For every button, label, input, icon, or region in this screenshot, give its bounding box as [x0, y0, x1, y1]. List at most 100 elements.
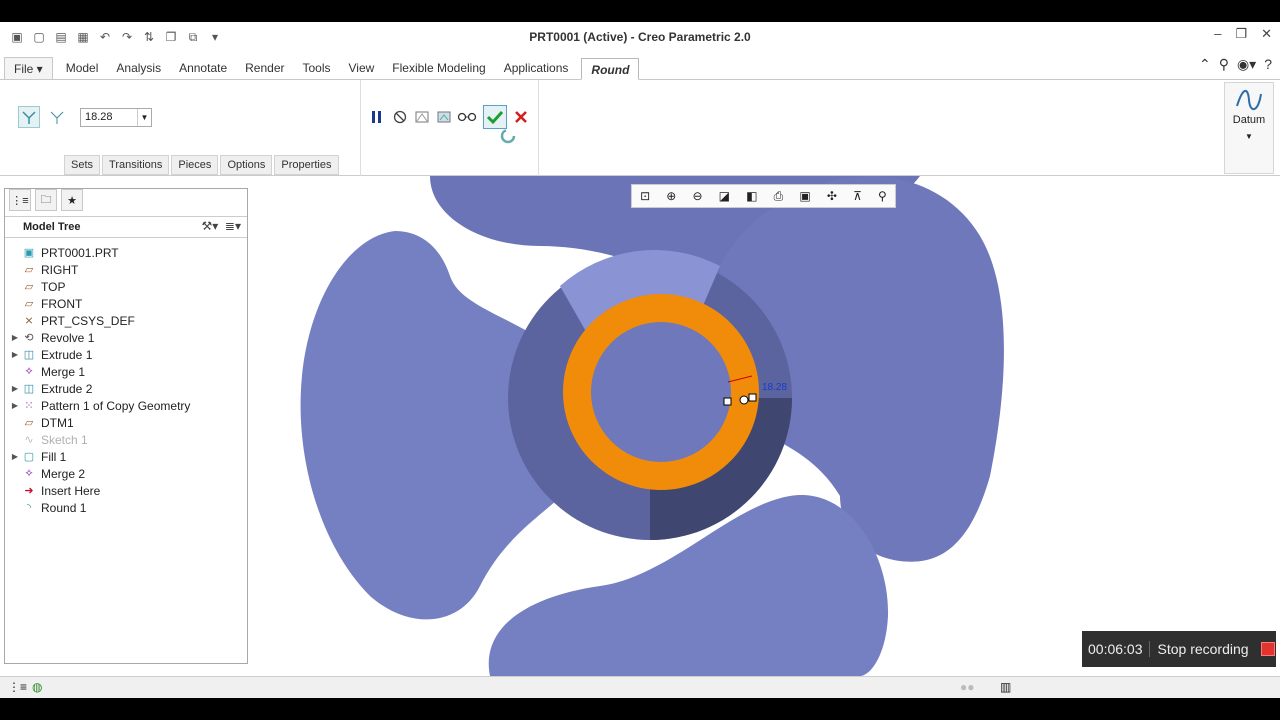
cancel-button[interactable] — [510, 106, 532, 128]
tab-model[interactable]: Model — [57, 57, 108, 79]
tree-node-label: TOP — [41, 279, 66, 294]
window-title: PRT0001 (Active) - Creo Parametric 2.0 — [529, 30, 751, 44]
tree-filters-icon[interactable]: ≣▾ — [222, 219, 241, 233]
set-mode-icon[interactable] — [18, 106, 40, 128]
expand-arrow-icon[interactable]: ▶ — [9, 452, 21, 461]
browser-toggle-icon[interactable]: ◍ — [32, 680, 42, 694]
expand-arrow-icon[interactable]: ▶ — [9, 350, 21, 359]
datum-dropdown-icon[interactable]: ▼ — [1225, 132, 1273, 141]
accept-button[interactable] — [483, 105, 507, 129]
help-icon[interactable]: ? — [1264, 56, 1272, 73]
annotation-display-icon[interactable]: ⊼ — [853, 189, 862, 203]
tree-node[interactable]: ◝ Round 1 — [9, 499, 245, 516]
tree-node[interactable]: ▶ ◫ Extrude 2 — [9, 380, 245, 397]
close-icon[interactable]: ✕ — [1261, 26, 1272, 42]
tab-analysis[interactable]: Analysis — [107, 57, 170, 79]
zoom-out-icon[interactable]: ⊖ — [692, 189, 702, 203]
datum-group-button[interactable]: Datum ▼ — [1224, 82, 1274, 174]
round-inner — [591, 322, 731, 462]
creo-window: ▣ ▢ ▤ ▦ ↶ ↷ ⇅ ❐ ⧉ ▾ PRT0001 (Active) - C… — [0, 22, 1280, 698]
tree-settings-icon[interactable]: ⚒▾ — [201, 219, 218, 233]
tree-node-label: RIGHT — [41, 262, 79, 277]
tree-node[interactable]: ∿ Sketch 1 — [9, 431, 245, 448]
tree-node[interactable]: ➜ Insert Here — [9, 482, 245, 499]
tree-node-label: Pattern 1 of Copy Geometry — [41, 398, 191, 413]
view-manager-icon[interactable]: ▣ — [799, 189, 810, 203]
tab-file[interactable]: File ▾ — [4, 57, 53, 79]
tab-applications[interactable]: Applications — [495, 57, 578, 79]
tree-node[interactable]: ⟡ Merge 2 — [9, 465, 245, 482]
graphics-toolbar: ⊡ ⊕ ⊖ ◪ ◧ ⎙ ▣ ✣ ⊼ ⚲ — [631, 184, 896, 208]
minimize-icon[interactable]: – — [1214, 26, 1221, 42]
ribbon-right-icons: ⌃ ⚲ ◉▾ ? — [1199, 56, 1272, 73]
tab-sets[interactable]: Sets — [64, 155, 101, 175]
tab-round[interactable]: Round — [581, 58, 640, 80]
round-dashboard: 18.28 ▼ Sets Transitions Pieces Options … — [0, 80, 1280, 176]
tree-node-label: FRONT — [41, 296, 83, 311]
merge-icon: ⟡ — [25, 365, 33, 377]
restore-icon[interactable]: ❐ — [1235, 26, 1247, 42]
tree-node[interactable]: ▱ TOP — [9, 278, 245, 295]
tab-pieces[interactable]: Pieces — [171, 155, 219, 175]
graphics-window[interactable]: 18.28 ⊡ ⊕ ⊖ ◪ ◧ ⎙ ▣ ✣ ⊼ ⚲ — [250, 176, 1280, 676]
tree-node[interactable]: ⨯ PRT_CSYS_DEF — [9, 312, 245, 329]
model-tree: ▣ PRT0001.PRT ▱ RIGHT ▱ TOP ▱ FRONT ⨯ PRT_CSYS_DE… — [9, 244, 245, 516]
tree-node[interactable]: ▣ PRT0001.PRT — [9, 244, 245, 261]
tree-node[interactable]: ▱ FRONT — [9, 295, 245, 312]
tree-node[interactable]: ▶ ◫ Extrude 1 — [9, 346, 245, 363]
tree-node-label: Sketch 1 — [41, 432, 88, 447]
tab-options[interactable]: Options — [220, 155, 273, 175]
tab-transitions[interactable]: Transitions — [102, 155, 170, 175]
tree-node[interactable]: ▶ ⟲ Revolve 1 — [9, 329, 245, 346]
tree-node[interactable]: ⟡ Merge 1 — [9, 363, 245, 380]
pause-icon[interactable] — [366, 106, 388, 128]
stop-recording-button[interactable]: Stop recording — [1150, 641, 1257, 657]
display-style-icon[interactable]: ◧ — [746, 189, 757, 203]
expand-arrow-icon[interactable]: ▶ — [9, 401, 21, 410]
tree-node[interactable]: ▶ ▢ Fill 1 — [9, 448, 245, 465]
radius-value-field[interactable]: 18.28 ▼ — [80, 108, 152, 127]
radius-dropdown-icon[interactable]: ▼ — [137, 109, 151, 126]
attached-preview-icon[interactable] — [411, 106, 433, 128]
divider — [538, 80, 539, 176]
tree-node[interactable]: ▶ ⁙ Pattern 1 of Copy Geometry — [9, 397, 245, 414]
expand-arrow-icon[interactable]: ▶ — [9, 333, 21, 342]
repaint-icon[interactable]: ◪ — [719, 189, 730, 203]
tree-node[interactable]: ▱ DTM1 — [9, 414, 245, 431]
tab-annotate[interactable]: Annotate — [170, 57, 236, 79]
datum-display-icon[interactable]: ✣ — [827, 189, 837, 203]
search-icon[interactable]: ⚲ — [1219, 56, 1229, 73]
drag-handle-center — [739, 395, 749, 405]
tab-tools[interactable]: Tools — [293, 57, 339, 79]
tree-node[interactable]: ▱ RIGHT — [9, 261, 245, 278]
radius-value-text: 18.28 — [85, 111, 113, 123]
datum-plane-icon: ▱ — [24, 298, 34, 310]
detached-preview-icon[interactable] — [433, 106, 455, 128]
model-tree-header-icons: ⚒▾ ≣▾ — [201, 219, 241, 233]
stop-square-icon[interactable] — [1260, 642, 1275, 656]
busy-cursor-icon — [500, 128, 516, 144]
tab-properties[interactable]: Properties — [274, 155, 339, 175]
minimize-ribbon-icon[interactable]: ⌃ — [1199, 56, 1211, 73]
model-tree-tab-icon[interactable]: ⋮≡ — [9, 189, 31, 211]
refit-icon[interactable]: ⊡ — [640, 189, 650, 203]
expand-arrow-icon[interactable]: ▶ — [9, 384, 21, 393]
favorites-tab-icon[interactable]: ★ — [61, 189, 83, 211]
no-preview-icon[interactable] — [389, 106, 411, 128]
propeller-model[interactable]: 18.28 — [250, 176, 1280, 676]
tree-node-label: Extrude 1 — [41, 347, 93, 362]
folder-browser-tab-icon[interactable]: 🗀 — [35, 189, 57, 211]
tab-render[interactable]: Render — [236, 57, 293, 79]
transition-mode-icon[interactable] — [46, 106, 68, 128]
show-navigator-icon[interactable]: ⋮≡ — [8, 680, 27, 694]
tab-flexible-modeling[interactable]: Flexible Modeling — [383, 57, 494, 79]
tab-view[interactable]: View — [340, 57, 384, 79]
ribbon-tabs: File ▾ Model Analysis Annotate Render To… — [0, 57, 1280, 80]
spin-center-icon[interactable]: ⚲ — [878, 189, 887, 203]
saved-orientations-icon[interactable]: ⎙ — [774, 189, 784, 204]
selection-filter-icon[interactable]: ▥ — [1000, 680, 1011, 694]
community-icon[interactable]: ◉▾ — [1237, 56, 1256, 73]
verify-mode-icon[interactable] — [456, 106, 478, 128]
datum-label: Datum — [1232, 114, 1266, 126]
zoom-in-icon[interactable]: ⊕ — [666, 189, 676, 203]
